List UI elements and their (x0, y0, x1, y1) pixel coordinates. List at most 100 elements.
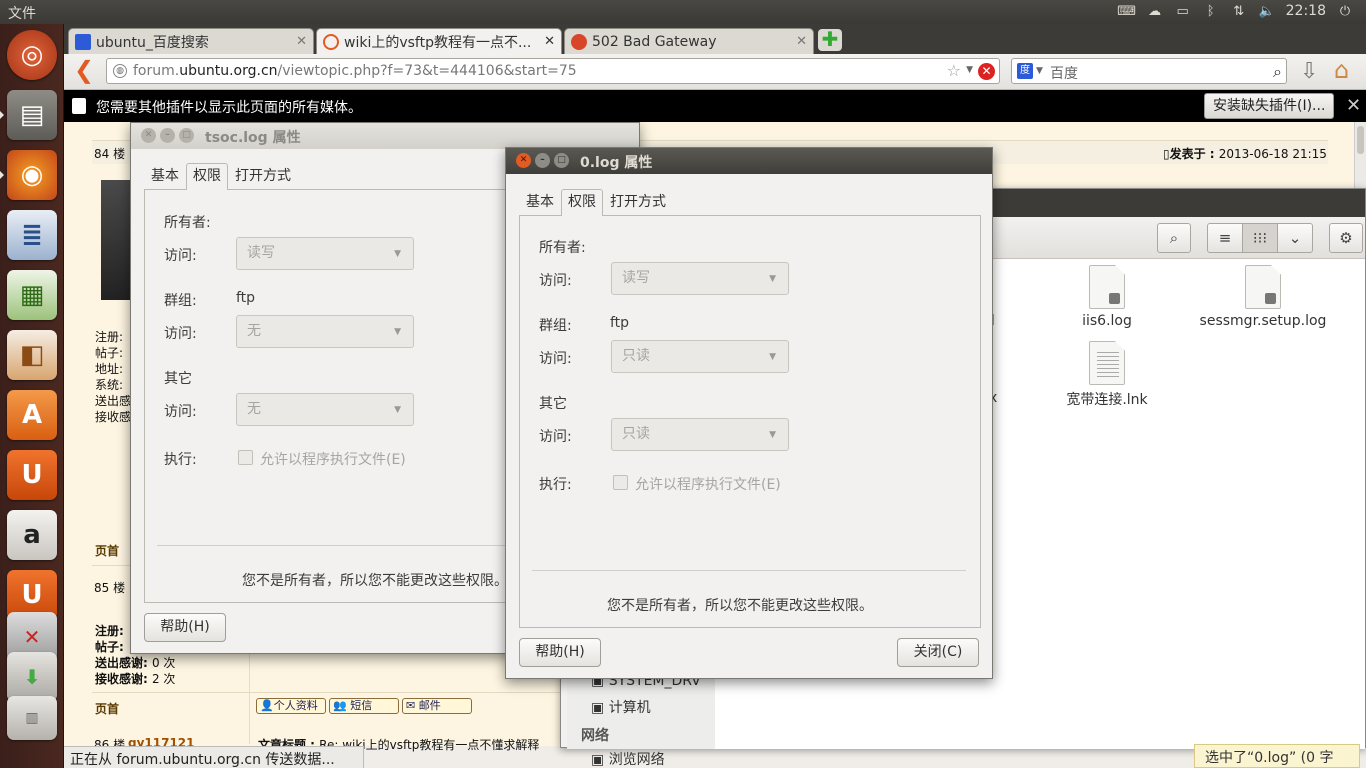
profile-field: 帖子: (95, 346, 124, 360)
access-label: 访问: (164, 404, 197, 420)
software-center-icon[interactable]: A (7, 390, 57, 440)
profile-button[interactable]: 👤个人资料 (256, 698, 326, 714)
maximize-icon[interactable]: □ (554, 153, 569, 168)
history-dropdown-icon[interactable]: ▼ (966, 65, 973, 75)
dialog-title: tsoc.log 属性 (205, 130, 301, 146)
exec-checkbox[interactable] (238, 450, 253, 465)
trash-icon[interactable]: ▥ (7, 696, 57, 740)
chevron-down-icon: ▼ (394, 405, 401, 415)
group-access-combo[interactable]: 只读 ▼ (611, 340, 789, 373)
close-button[interactable]: 关闭(C) (897, 638, 979, 667)
maximize-icon[interactable]: □ (179, 128, 194, 143)
bookmark-star-icon[interactable]: ☆ (947, 61, 961, 80)
tab-permissions[interactable]: 权限 (186, 163, 228, 190)
clock[interactable]: 22:18 (1286, 3, 1326, 19)
tab-vsftp[interactable]: wiki上的vsftp教程有一点不... ✕ (316, 28, 562, 54)
grid-view-button[interactable]: ⁝⁝⁝ (1242, 223, 1278, 253)
profile-field: 接收感 (95, 410, 132, 424)
keyboard-icon[interactable]: ⌨ (1117, 3, 1136, 19)
tab-baidu[interactable]: ubuntu_百度搜索 ✕ (68, 28, 314, 54)
notification-close-icon[interactable]: ✕ (1346, 95, 1361, 116)
pm-button[interactable]: 👥 短信 (329, 698, 399, 714)
close-icon[interactable]: ✕ (516, 153, 531, 168)
tab-bad-gateway[interactable]: 502 Bad Gateway ✕ (564, 28, 814, 54)
back-to-top-link[interactable]: 页首 (95, 700, 119, 717)
firefox-icon[interactable]: ◉ (7, 150, 57, 200)
network-icon[interactable]: ⇅ (1230, 3, 1248, 19)
minimize-icon[interactable]: – (160, 128, 175, 143)
files-icon[interactable]: ▤ (7, 90, 57, 140)
writer-icon[interactable]: ≣ (7, 210, 57, 260)
sidebar-item-browse-network[interactable]: ▣ 浏览网络 (591, 749, 665, 768)
stop-icon[interactable]: ✕ (978, 63, 995, 80)
file-item[interactable]: 宽带连接.lnk (1057, 341, 1157, 409)
close-icon[interactable]: ✕ (141, 128, 156, 143)
list-view-button[interactable]: ≡ (1207, 223, 1243, 253)
tab-open-with[interactable]: 打开方式 (603, 189, 673, 215)
owner-access-combo[interactable]: 读写 ▼ (236, 237, 414, 270)
url-text[interactable]: forum.ubuntu.org.cn/viewtopic.php?f=73&t… (133, 63, 577, 79)
text-file-icon (1089, 341, 1125, 385)
ubuntu-one-icon[interactable]: U (7, 450, 57, 500)
tab-permissions[interactable]: 权限 (561, 189, 603, 216)
bluetooth-icon[interactable]: ᛒ (1202, 3, 1220, 19)
volume-icon[interactable]: 🔈 (1258, 3, 1276, 19)
impress-icon[interactable]: ◧ (7, 330, 57, 380)
file-item[interactable]: sessmgr.setup.log (1193, 265, 1333, 329)
battery-icon[interactable]: ▭ (1174, 3, 1192, 19)
file-item[interactable]: iis6.log (1067, 265, 1147, 329)
home-icon[interactable]: ⌂ (1334, 56, 1349, 84)
plugin-message: 您需要其他插件以显示此页面的所有媒体。 (96, 100, 362, 116)
tab-basic[interactable]: 基本 (519, 189, 561, 215)
url-bar[interactable]: ◍ forum.ubuntu.org.cn/viewtopic.php?f=73… (106, 58, 1000, 84)
cloud-icon[interactable]: ☁ (1146, 3, 1164, 19)
back-to-top-link[interactable]: 页首 (95, 542, 119, 559)
amazon-icon[interactable]: a (7, 510, 57, 560)
tab-open-with[interactable]: 打开方式 (228, 163, 298, 189)
profile-field: 系统: (95, 378, 124, 392)
updates-icon[interactable]: ⬇ (7, 652, 57, 702)
profile-field: 帖子: (95, 640, 124, 654)
search-placeholder: 百度 (1050, 66, 1078, 82)
group-name: ftp (610, 315, 630, 331)
dialog-titlebar[interactable]: ✕ – □ 0.log 属性 (506, 148, 992, 174)
back-arrow-icon[interactable]: ❮ (74, 58, 98, 83)
dialog-titlebar[interactable]: ✕ – □ tsoc.log 属性 (131, 123, 639, 149)
engine-dropdown-icon[interactable]: ▼ (1036, 66, 1043, 76)
launcher: ◎ ▤ ◉ ≣ ▦ ◧ A U a U ✕ ⬇ ▥ (0, 24, 64, 768)
other-access-combo[interactable]: 只读 ▼ (611, 418, 789, 451)
power-icon[interactable]: ⏻ (1336, 3, 1354, 19)
not-owner-notice: 您不是所有者，所以您不能更改这些权限。 (607, 598, 873, 614)
tab-basic[interactable]: 基本 (144, 163, 186, 189)
help-button[interactable]: 帮助(H) (144, 613, 226, 642)
access-label: 访问: (164, 248, 197, 264)
calc-icon[interactable]: ▦ (7, 270, 57, 320)
view-options-chevron-icon[interactable]: ⌄ (1277, 223, 1313, 253)
other-access-combo[interactable]: 无 ▼ (236, 393, 414, 426)
install-plugins-button[interactable]: 安装缺失插件(I)... (1204, 93, 1335, 119)
group-access-combo[interactable]: 无 ▼ (236, 315, 414, 348)
plugin-notification-bar: 您需要其他插件以显示此页面的所有媒体。 安装缺失插件(I)... ✕ (64, 90, 1366, 122)
email-button[interactable]: ✉ 邮件 (402, 698, 472, 714)
tab-close-icon[interactable]: ✕ (796, 34, 807, 49)
baidu-engine-icon[interactable]: 度 (1017, 63, 1033, 79)
search-bar[interactable]: 度 ▼ 百度 ⌕ (1011, 58, 1287, 84)
thanks-received: 接收感谢: 2 次 (95, 672, 176, 686)
tab-close-icon[interactable]: ✕ (544, 34, 555, 49)
help-button[interactable]: 帮助(H) (519, 638, 601, 667)
download-icon[interactable]: ⇩ (1300, 59, 1318, 84)
top-panel: 文件 ⌨ ☁ ▭ ᛒ ⇅ 🔈 22:18 ⏻ (0, 0, 1366, 24)
tab-close-icon[interactable]: ✕ (296, 34, 307, 49)
search-button[interactable]: ⌕ (1157, 223, 1191, 253)
file-menu[interactable]: 文件 (8, 3, 36, 23)
exec-checkbox[interactable] (613, 475, 628, 490)
minimize-icon[interactable]: – (535, 153, 550, 168)
gear-icon[interactable]: ⚙ (1329, 223, 1363, 253)
sidebar-item-computer[interactable]: ▣ 计算机 (591, 697, 651, 717)
loading-throbber-icon (323, 33, 339, 50)
new-tab-button[interactable]: ✚ (818, 29, 842, 51)
search-icon[interactable]: ⌕ (1273, 62, 1282, 82)
floor-number: 85 楼 (94, 581, 126, 595)
dash-home-icon[interactable]: ◎ (7, 30, 57, 80)
owner-access-combo[interactable]: 读写 ▼ (611, 262, 789, 295)
